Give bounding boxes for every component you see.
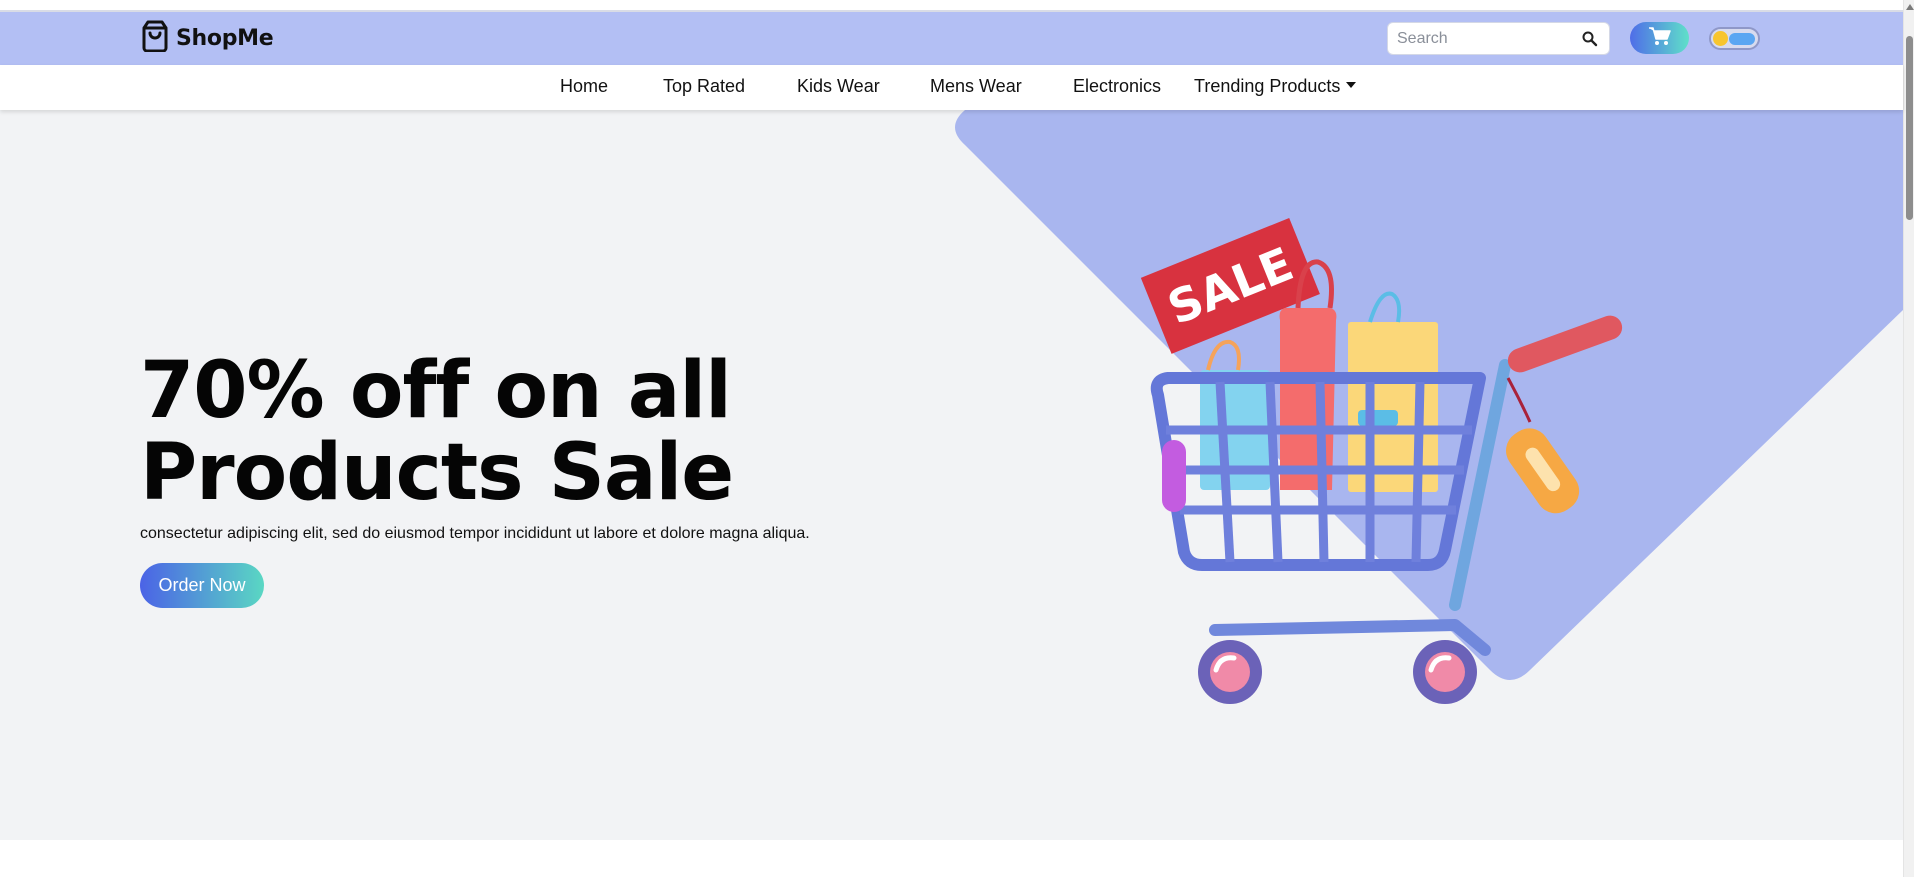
main-nav: Home Top Rated Kids Wear Mens Wear Elect… (0, 65, 1903, 110)
nav-item-trending-label: Trending Products (1194, 76, 1341, 96)
order-now-button[interactable]: Order Now (140, 563, 264, 608)
nav-item-home[interactable]: Home (560, 76, 608, 97)
scroll-up-arrow-icon[interactable] (1906, 4, 1914, 10)
brand-logo[interactable]: ShopMe (140, 20, 274, 57)
nav-item-top-rated[interactable]: Top Rated (663, 76, 745, 97)
hero-banner: 70% off on all Products Sale consectetur… (0, 110, 1903, 840)
window-top-border (0, 0, 1903, 12)
brand-name: ShopMe (176, 25, 274, 51)
hero-title: 70% off on all Products Sale (140, 346, 734, 518)
shopping-cart-illustration: SALE (955, 110, 1903, 704)
nav-item-electronics[interactable]: Electronics (1073, 76, 1161, 97)
search-icon[interactable] (1581, 30, 1599, 48)
search-input[interactable] (1388, 29, 1568, 48)
search-box (1387, 22, 1610, 55)
sun-icon (1713, 31, 1728, 46)
cloud-icon (1729, 33, 1755, 45)
scrollbar-thumb[interactable] (1906, 36, 1913, 220)
shopping-bag-icon (140, 20, 170, 57)
nav-item-trending-products[interactable]: Trending Products (1194, 76, 1357, 97)
page-scrollbar[interactable] (1903, 0, 1914, 877)
shopping-cart-icon (1648, 26, 1672, 51)
nav-item-kids-wear[interactable]: Kids Wear (797, 76, 880, 97)
site-header: ShopMe (0, 12, 1903, 65)
theme-toggle[interactable] (1709, 27, 1760, 50)
nav-item-mens-wear[interactable]: Mens Wear (930, 76, 1022, 97)
hero-subtitle: consectetur adipiscing elit, sed do eius… (140, 525, 810, 542)
cart-button[interactable] (1630, 22, 1689, 54)
chevron-down-icon (1346, 82, 1357, 89)
